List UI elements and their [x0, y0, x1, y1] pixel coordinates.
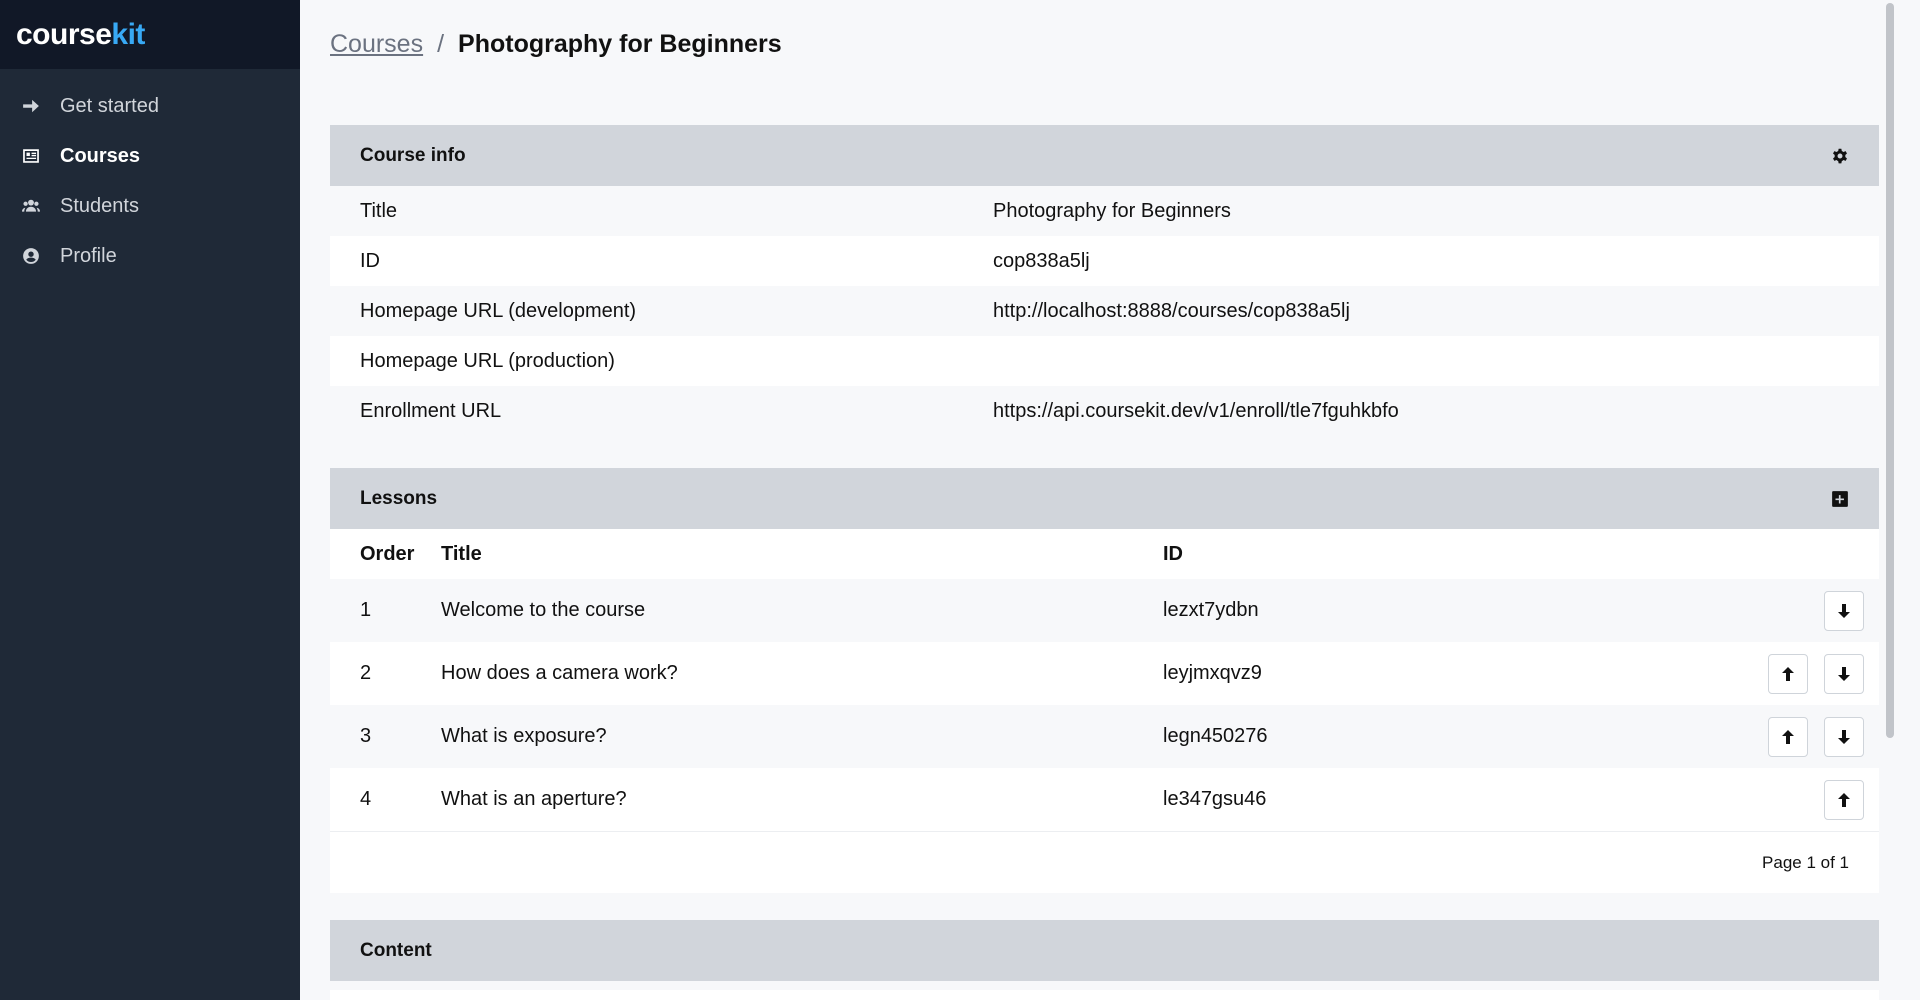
course-info-rows: Title Photography for Beginners ID cop83… [330, 186, 1879, 436]
lesson-title: Welcome to the course [441, 599, 646, 621]
content-card: Content [330, 920, 1879, 981]
gear-icon[interactable] [1831, 147, 1849, 165]
lessons-table-body: 1 Welcome to the course lezxt7ydbn 2 How… [330, 579, 1879, 831]
info-value: cop838a5lj [993, 249, 1090, 272]
sidebar-item-label: Get started [60, 94, 159, 117]
lesson-title: What is exposure? [441, 725, 607, 747]
lessons-title: Lessons [360, 487, 438, 509]
lessons-table-header: Order Title ID [330, 529, 1879, 579]
content-title: Content [360, 939, 432, 961]
table-row: 3 What is exposure? legn450276 [330, 705, 1879, 768]
lesson-order: 4 [360, 788, 372, 810]
info-value: https://api.coursekit.dev/v1/enroll/tle7… [993, 399, 1399, 422]
sidebar-item-label: Profile [60, 244, 117, 267]
lessons-card: Lessons Order Title ID 1 Welcome to the … [330, 468, 1879, 893]
pagination: Page 1 of 1 [330, 831, 1879, 893]
course-info-card: Course info Title Photography for Beginn… [330, 125, 1879, 436]
sidebar-item-profile[interactable]: Profile [0, 231, 300, 281]
breadcrumb: Courses / Photography for Beginners [330, 30, 782, 59]
course-info-row-enroll-url: Enrollment URL https://api.coursekit.dev… [330, 386, 1879, 436]
lesson-order: 3 [360, 725, 372, 747]
scrollbar[interactable] [1880, 0, 1900, 1000]
course-info-title: Course info [360, 144, 466, 166]
info-label: Homepage URL (development) [360, 299, 637, 322]
sidebar-item-get-started[interactable]: Get started [0, 81, 300, 131]
brand-logo[interactable]: course kit [0, 0, 300, 69]
table-row: 1 Welcome to the course lezxt7ydbn [330, 579, 1879, 642]
table-row: 4 What is an aperture? le347gsu46 [330, 768, 1879, 831]
info-label: Title [360, 199, 398, 222]
arrow-right-icon [22, 97, 40, 115]
course-info-row-id: ID cop838a5lj [330, 236, 1879, 286]
move-down-button[interactable] [1824, 654, 1864, 694]
row-actions [1824, 591, 1864, 631]
move-down-button[interactable] [1824, 717, 1864, 757]
lessons-header: Lessons [330, 468, 1879, 529]
column-header-title: Title [441, 542, 482, 565]
scrollbar-thumb[interactable] [1886, 3, 1894, 738]
sidebar-item-students[interactable]: Students [0, 181, 300, 231]
arrow-up-icon [1782, 730, 1794, 744]
lesson-order: 1 [360, 599, 372, 621]
arrow-up-icon [1782, 667, 1794, 681]
sidebar-item-courses[interactable]: Courses [0, 131, 300, 181]
arrow-down-icon [1838, 604, 1850, 618]
breadcrumb-courses-link[interactable]: Courses [330, 30, 423, 59]
move-up-button[interactable] [1768, 654, 1808, 694]
info-value: Photography for Beginners [993, 199, 1231, 222]
pagination-label: Page 1 of 1 [1762, 852, 1849, 872]
info-label: Homepage URL (production) [360, 349, 615, 372]
course-info-row-dev-url: Homepage URL (development) http://localh… [330, 286, 1879, 336]
sidebar-item-label: Students [60, 194, 139, 217]
content-header: Content [330, 920, 1879, 981]
brand-logo-part1: course [16, 17, 112, 51]
editor-toolbar [330, 990, 1879, 1000]
plus-square-icon[interactable] [1831, 490, 1849, 508]
lesson-id: lezxt7ydbn [1163, 599, 1259, 621]
info-label: Enrollment URL [360, 399, 502, 422]
course-info-row-prod-url: Homepage URL (production) [330, 336, 1879, 386]
sidebar-item-label: Courses [60, 144, 141, 167]
sidebar-nav: Get started Courses Students Profile [0, 69, 300, 281]
brand-logo-part2: kit [111, 17, 145, 51]
lesson-order: 2 [360, 662, 372, 684]
move-down-button[interactable] [1824, 591, 1864, 631]
column-header-id: ID [1163, 542, 1183, 565]
page-title: Photography for Beginners [458, 30, 782, 58]
users-icon [22, 197, 40, 215]
sidebar: course kit Get started Courses Students P… [0, 0, 300, 1000]
arrow-down-icon [1838, 730, 1850, 744]
arrow-up-icon [1838, 793, 1850, 807]
lesson-id: le347gsu46 [1163, 788, 1267, 810]
breadcrumb-separator: / [437, 30, 445, 58]
table-row: 2 How does a camera work? leyjmxqvz9 [330, 642, 1879, 705]
row-actions [1824, 780, 1864, 820]
move-up-button[interactable] [1768, 717, 1808, 757]
move-up-button[interactable] [1824, 780, 1864, 820]
info-value: http://localhost:8888/courses/cop838a5lj [993, 299, 1350, 322]
column-header-order: Order [360, 542, 415, 565]
arrow-down-icon [1838, 667, 1850, 681]
lesson-title: What is an aperture? [441, 788, 627, 810]
course-info-header: Course info [330, 125, 1879, 186]
lesson-title: How does a camera work? [441, 662, 678, 684]
user-circle-icon [22, 247, 40, 265]
row-actions [1768, 654, 1864, 694]
row-actions [1768, 717, 1864, 757]
main-content: Courses / Photography for Beginners Cour… [300, 0, 1900, 1000]
course-info-row-title: Title Photography for Beginners [330, 186, 1879, 236]
info-label: ID [360, 249, 380, 272]
courses-icon [22, 147, 40, 165]
